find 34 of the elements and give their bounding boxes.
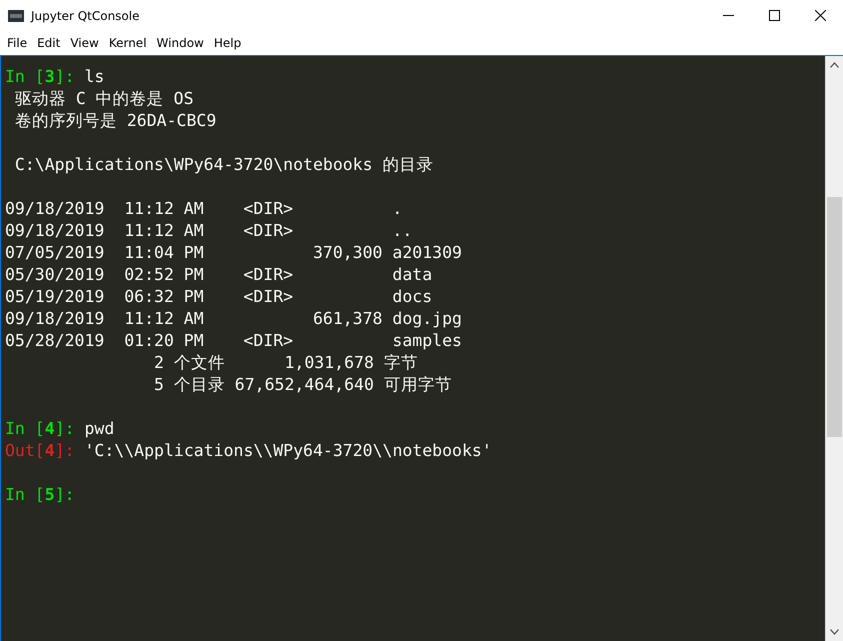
output-text: 'C:\\Applications\\WPy64-3720\\notebooks' [84,441,492,460]
scrollbar-thumb[interactable] [827,197,842,437]
output-text: 05/28/2019 01:20 PM <DIR> samples [5,331,462,350]
maximize-icon [768,10,780,21]
menu-item[interactable]: Help [208,34,246,52]
menu-item[interactable]: Kernel [104,34,152,52]
menu-item[interactable]: Window [152,34,209,52]
output-text: 09/18/2019 11:12 AM <DIR> .. [5,221,412,240]
close-icon [814,10,826,21]
command-text: pwd [84,419,114,438]
console-area[interactable] [1,56,825,641]
input-prompt: In [5]: [5,485,75,504]
output-text: 驱动器 C 中的卷是 OS [14,89,194,108]
output-text: 5 个目录 67,652,464,640 可用字节 [153,375,452,394]
input-prompt: In [4]: [5,419,76,438]
output-text: 07/05/2019 11:04 PM 370,300 a201309 [5,243,462,262]
vertical-scrollbar[interactable] [825,56,843,641]
command-text: ls [84,67,104,86]
menu-item[interactable]: View [65,34,104,52]
scroll-up-icon[interactable] [830,62,839,68]
output-text: 卷的序列号是 26DA-CBC9 [14,111,216,130]
output-text: C:\Applications\WPy64-3720\notebooks 的目录 [14,155,434,174]
app-logo-icon [8,10,24,22]
output-text: 09/18/2019 11:12 AM <DIR> . [5,199,402,218]
menu-item[interactable]: File [2,34,32,52]
scroll-down-icon[interactable] [830,629,839,635]
menu-item[interactable]: Edit [32,34,66,52]
output-text: 2 个文件 1,031,678 字节 [153,353,418,372]
window-title: Jupyter QtConsole [31,8,140,22]
output-prompt: Out[4]: [5,441,76,460]
output-text: 09/18/2019 11:12 AM 661,378 dog.jpg [5,309,462,328]
output-text: 05/30/2019 02:52 PM <DIR> data [5,265,432,284]
input-prompt: In [3]: [5,67,76,86]
output-text: 05/19/2019 06:32 PM <DIR> docs [5,287,432,306]
